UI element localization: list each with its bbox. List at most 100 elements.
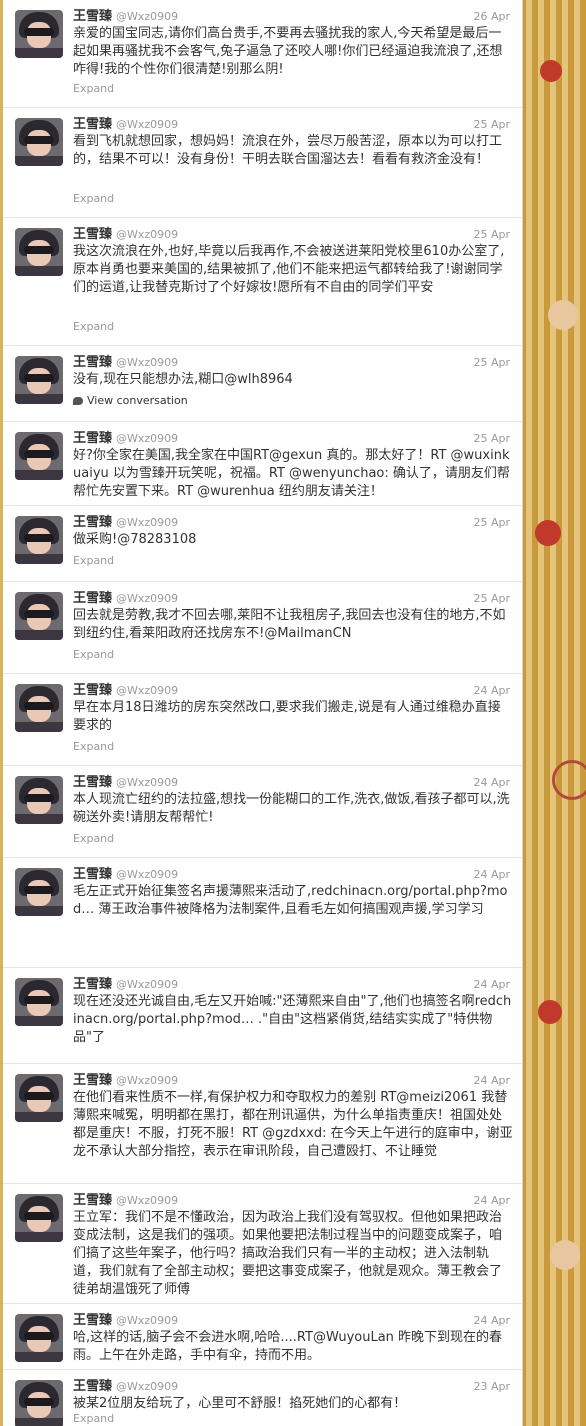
user-name[interactable]: 王雪臻 [73,9,112,24]
user-name[interactable]: 王雪臻 [73,867,112,882]
tweet-item[interactable]: 王雪臻 @Wxz0909 24 Apr 毛左正式开始征集签名声援薄熙来活动了,re… [3,858,522,968]
avatar[interactable] [15,1074,63,1122]
timestamp[interactable]: 25 Apr [473,515,510,531]
timestamp[interactable]: 24 Apr [473,1073,510,1089]
tweet-header: 王雪臻 @Wxz0909 [73,1379,178,1395]
timestamp[interactable]: 23 Apr [473,1379,510,1395]
tweet-item[interactable]: 王雪臻 @Wxz0909 25 Apr 回去就是劳教,我才不回去哪,莱阳不让我租房… [3,582,522,674]
avatar[interactable] [15,868,63,916]
speech-bubble-icon [73,397,83,405]
user-name[interactable]: 王雪臻 [73,591,112,606]
tweet-text: 我这次流浪在外,也好,毕竟以后我再作,不会被送进莱阳党校里610办公室了,原本肖… [73,244,505,295]
timestamp[interactable]: 25 Apr [473,227,510,243]
avatar[interactable] [15,10,63,58]
tweet-item[interactable]: 王雪臻 @Wxz0909 25 Apr 没有,现在只能想办法,糊口@wlh8964… [3,346,522,422]
expand-link[interactable]: Expand [73,554,114,568]
user-name[interactable]: 王雪臻 [73,977,112,992]
user-handle[interactable]: @Wxz0909 [116,592,178,605]
user-name[interactable]: 王雪臻 [73,1379,112,1394]
user-name[interactable]: 王雪臻 [73,683,112,698]
tweet-header: 王雪臻 @Wxz0909 [73,977,178,993]
view-conversation-label[interactable]: View conversation [87,394,188,407]
user-name[interactable]: 王雪臻 [73,117,112,132]
avatar[interactable] [15,776,63,824]
tweet-text: 现在还没还光诚自由,毛左又开始喊:"还薄熙来自由"了,他们也搞签名啊redchi… [73,994,512,1045]
user-name[interactable]: 王雪臻 [73,1313,112,1328]
user-handle[interactable]: @Wxz0909 [116,776,178,789]
user-name[interactable]: 王雪臻 [73,355,112,370]
tweet-header: 王雪臻 @Wxz0909 [73,591,178,607]
avatar[interactable] [15,1380,63,1426]
user-handle[interactable]: @Wxz0909 [116,228,178,241]
user-handle[interactable]: @Wxz0909 [116,1074,178,1087]
user-handle[interactable]: @Wxz0909 [116,118,178,131]
tweet-item[interactable]: 王雪臻 @Wxz0909 24 Apr 在他们看来性质不一样,有保护权力和夺取权力… [3,1064,522,1184]
avatar[interactable] [15,1194,63,1242]
expand-link[interactable]: Expand [73,740,114,754]
avatar[interactable] [15,592,63,640]
expand-link[interactable]: Expand [73,648,114,662]
user-handle[interactable]: @Wxz0909 [116,684,178,697]
avatar[interactable] [15,118,63,166]
tweet-text: 在他们看来性质不一样,有保护权力和夺取权力的差别 RT@meizi2061 我替… [73,1090,513,1159]
user-name[interactable]: 王雪臻 [73,515,112,530]
tweet-item[interactable]: 王雪臻 @Wxz0909 25 Apr 好?你全家在美国,我全家在中国RT@gex… [3,422,522,506]
tweet-item[interactable]: 王雪臻 @Wxz0909 25 Apr 看到飞机就想回家，想妈妈！流浪在外，尝尽万… [3,108,522,218]
expand-link[interactable]: Expand [73,1412,114,1426]
user-handle[interactable]: @Wxz0909 [116,1194,178,1207]
tweet-item[interactable]: 王雪臻 @Wxz0909 24 Apr 王立军：我们不是不懂政治，因为政治上我们没… [3,1184,522,1304]
tweet-header: 王雪臻 @Wxz0909 [73,9,178,25]
timestamp[interactable]: 25 Apr [473,431,510,447]
user-handle[interactable]: @Wxz0909 [116,10,178,23]
user-name[interactable]: 王雪臻 [73,1193,112,1208]
timestamp[interactable]: 25 Apr [473,591,510,607]
tweet-text: 本人现流亡纽约的法拉盛,想找一份能糊口的工作,洗衣,做饭,看孩子都可以,洗碗送外… [73,792,510,825]
expand-link[interactable]: Expand [73,320,114,334]
timestamp[interactable]: 24 Apr [473,775,510,791]
timestamp[interactable]: 25 Apr [473,117,510,133]
avatar[interactable] [15,228,63,276]
timestamp[interactable]: 24 Apr [473,867,510,883]
timestamp[interactable]: 26 Apr [473,9,510,25]
user-handle[interactable]: @Wxz0909 [116,356,178,369]
tweet-text: 做采购!@78283108 [73,532,197,547]
timestamp[interactable]: 24 Apr [473,977,510,993]
tweet-text: 亲爱的国宝同志,请你们高台贵手,不要再去骚扰我的家人,今天希望是最后一起如果再骚… [73,26,503,77]
timestamp[interactable]: 25 Apr [473,355,510,371]
expand-link[interactable]: Expand [73,82,114,96]
avatar[interactable] [15,432,63,480]
expand-link[interactable]: Expand [73,832,114,846]
user-name[interactable]: 王雪臻 [73,775,112,790]
timestamp[interactable]: 24 Apr [473,1193,510,1209]
expand-link[interactable]: Expand [73,192,114,206]
timestamp[interactable]: 24 Apr [473,1313,510,1329]
avatar[interactable] [15,684,63,732]
tweet-text: 回去就是劳教,我才不回去哪,莱阳不让我租房子,我回去也没有住的地方,不如到纽约住… [73,608,506,641]
tweet-item[interactable]: 王雪臻 @Wxz0909 24 Apr 现在还没还光诚自由,毛左又开始喊:"还薄熙… [3,968,522,1064]
user-handle[interactable]: @Wxz0909 [116,432,178,445]
avatar[interactable] [15,1314,63,1362]
user-handle[interactable]: @Wxz0909 [116,1380,178,1393]
user-name[interactable]: 王雪臻 [73,1073,112,1088]
timestamp[interactable]: 24 Apr [473,683,510,699]
avatar[interactable] [15,978,63,1026]
avatar[interactable] [15,516,63,564]
user-name[interactable]: 王雪臻 [73,431,112,446]
tweet-text: 王立军：我们不是不懂政治，因为政治上我们没有驾驭权。但他如果把政治变成法制，这是… [73,1210,503,1297]
tweet-item[interactable]: 王雪臻 @Wxz0909 25 Apr 做采购!@78283108 Expand [3,506,522,582]
tweet-item[interactable]: 王雪臻 @Wxz0909 24 Apr 本人现流亡纽约的法拉盛,想找一份能糊口的工… [3,766,522,858]
view-conversation-link[interactable]: View conversation [73,394,188,408]
tweet-header: 王雪臻 @Wxz0909 [73,1073,178,1089]
user-handle[interactable]: @Wxz0909 [116,516,178,529]
user-name[interactable]: 王雪臻 [73,227,112,242]
tweet-item[interactable]: 王雪臻 @Wxz0909 24 Apr 哈,这样的话,脑子会不会进水啊,哈哈...… [3,1304,522,1370]
tweet-item[interactable]: 王雪臻 @Wxz0909 24 Apr 早在本月18日潍坊的房东突然改口,要求我们… [3,674,522,766]
user-handle[interactable]: @Wxz0909 [116,1314,178,1327]
user-handle[interactable]: @Wxz0909 [116,868,178,881]
tweet-header: 王雪臻 @Wxz0909 [73,683,178,699]
tweet-item[interactable]: 王雪臻 @Wxz0909 26 Apr 亲爱的国宝同志,请你们高台贵手,不要再去骚… [3,0,522,108]
user-handle[interactable]: @Wxz0909 [116,978,178,991]
avatar[interactable] [15,356,63,404]
tweet-item[interactable]: 王雪臻 @Wxz0909 23 Apr 被某2位朋友给玩了，心里可不舒服！掐死她们… [3,1370,522,1426]
tweet-item[interactable]: 王雪臻 @Wxz0909 25 Apr 我这次流浪在外,也好,毕竟以后我再作,不会… [3,218,522,346]
